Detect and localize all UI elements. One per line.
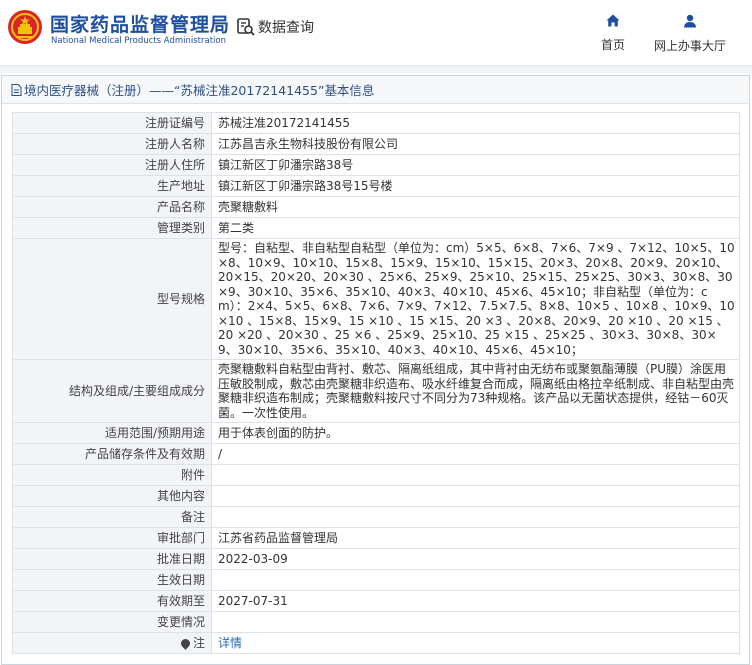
field-value: 苏械注准20172141455	[211, 112, 740, 134]
search-document-icon	[237, 18, 255, 36]
field-label: 注册证编号	[12, 112, 212, 134]
field-value	[211, 611, 740, 633]
field-value: 镇江新区丁卯潘宗路38号	[211, 154, 740, 176]
field-label: 生效日期	[12, 569, 212, 591]
nav-online-hall[interactable]: 网上办事大厅	[652, 14, 728, 54]
field-value: 江苏昌吉永生物科技股份有限公司	[211, 133, 740, 155]
field-label: 产品名称	[12, 196, 212, 218]
table-row: 审批部门 江苏省药品监督管理局	[12, 527, 740, 549]
table-row: 注详情	[12, 632, 740, 654]
field-value	[211, 569, 740, 591]
field-value	[211, 464, 740, 486]
table-row: 附件	[12, 464, 740, 486]
table-row: 有效期至 2027-07-31	[12, 590, 740, 612]
table-row: 生效日期	[12, 569, 740, 591]
field-value: 2022-03-09	[211, 548, 740, 570]
field-value: 江苏省药品监督管理局	[211, 527, 740, 549]
field-value	[211, 485, 740, 507]
field-value: 用于体表创面的防护。	[211, 422, 740, 444]
table-row: 备注	[12, 506, 740, 528]
table-row: 变更情况	[12, 611, 740, 633]
panel-title: 境内医疗器械（注册）——“苏械注准20172141455”基本信息	[24, 83, 375, 98]
table-row: 注册证编号 苏械注准20172141455	[12, 112, 740, 134]
document-icon	[11, 83, 22, 96]
site-header: 国家药品监督管理局 National Medical Products Admi…	[0, 0, 752, 62]
field-label: 产品储存条件及有效期	[12, 443, 212, 465]
field-label: 注册人名称	[12, 133, 212, 155]
data-query-label: 数据查询	[258, 20, 314, 36]
field-label: 有效期至	[12, 590, 212, 612]
field-value	[211, 506, 740, 528]
field-label: 管理类别	[12, 217, 212, 239]
brand-english-name[interactable]: National Medical Products Administration	[51, 36, 226, 46]
table-row: 产品储存条件及有效期 /	[12, 443, 740, 465]
field-label: 注册人住所	[12, 154, 212, 176]
table-row: 注册人住所 镇江新区丁卯潘宗路38号	[12, 154, 740, 176]
field-label: 型号规格	[12, 238, 212, 360]
table-row: 批准日期 2022-03-09	[12, 548, 740, 570]
field-label: 注	[12, 632, 212, 654]
field-label: 结构及组成/主要组成成分	[12, 359, 212, 423]
table-row: 型号规格 型号：自粘型、非自粘型自粘型（单位为：cm）5×5、6×8、7×6、7×…	[12, 238, 740, 360]
table-row: 其他内容	[12, 485, 740, 507]
field-label: 变更情况	[12, 611, 212, 633]
data-query-link[interactable]: 数据查询	[236, 17, 314, 37]
table-row: 产品名称 壳聚糖敷料	[12, 196, 740, 218]
field-value: 壳聚糖敷料自粘型由背衬、敷芯、隔离纸组成，其中背衬由无纺布或聚氨酯薄膜（PU膜）…	[211, 359, 740, 423]
table-row: 适用范围/预期用途 用于体表创面的防护。	[12, 422, 740, 444]
nav-home[interactable]: 首页	[594, 14, 632, 53]
header-separator	[0, 65, 752, 73]
field-label: 批准日期	[12, 548, 212, 570]
table-row: 生产地址 镇江新区丁卯潘宗路38号15号楼	[12, 175, 740, 197]
nav-online-hall-label: 网上办事大厅	[653, 39, 726, 53]
table-row: 注册人名称 江苏昌吉永生物科技股份有限公司	[12, 133, 740, 155]
field-label: 附件	[12, 464, 212, 486]
field-value: 壳聚糖敷料	[211, 196, 740, 218]
registration-detail-panel: 境内医疗器械（注册）——“苏械注准20172141455”基本信息 注册证编号苏…	[1, 75, 750, 665]
field-label: 适用范围/预期用途	[12, 422, 212, 444]
panel-header: 境内医疗器械（注册）——“苏械注准20172141455”基本信息	[2, 76, 749, 104]
field-label: 审批部门	[12, 527, 212, 549]
field-value: 第二类	[211, 217, 740, 239]
field-label: 备注	[12, 506, 212, 528]
registration-info-table: 注册证编号 苏械注准20172141455 注册人名称 江苏昌吉永生物科技股份有限公司…	[12, 112, 740, 654]
note-label: 注	[192, 635, 205, 650]
nav-home-label: 首页	[600, 38, 625, 52]
field-value: 型号：自粘型、非自粘型自粘型（单位为：cm）5×5、6×8、7×6、7×9 、7…	[211, 238, 740, 360]
field-value: 详情	[211, 632, 740, 654]
user-icon	[684, 14, 696, 28]
field-label: 生产地址	[12, 175, 212, 197]
field-label: 其他内容	[12, 485, 212, 507]
field-value: /	[211, 443, 740, 465]
field-value: 2027-07-31	[211, 590, 740, 612]
home-icon	[606, 14, 620, 27]
table-row: 结构及组成/主要组成成分 壳聚糖敷料自粘型由背衬、敷芯、隔离纸组成，其中背衬由无纺…	[12, 359, 740, 423]
national-emblem-logo[interactable]	[7, 9, 43, 45]
table-row: 管理类别 第二类	[12, 217, 740, 239]
field-value: 镇江新区丁卯潘宗路38号15号楼	[211, 175, 740, 197]
location-pin-icon	[179, 636, 192, 650]
brand-name[interactable]: 国家药品监督管理局	[50, 10, 230, 37]
details-link[interactable]: 详情	[218, 636, 242, 650]
